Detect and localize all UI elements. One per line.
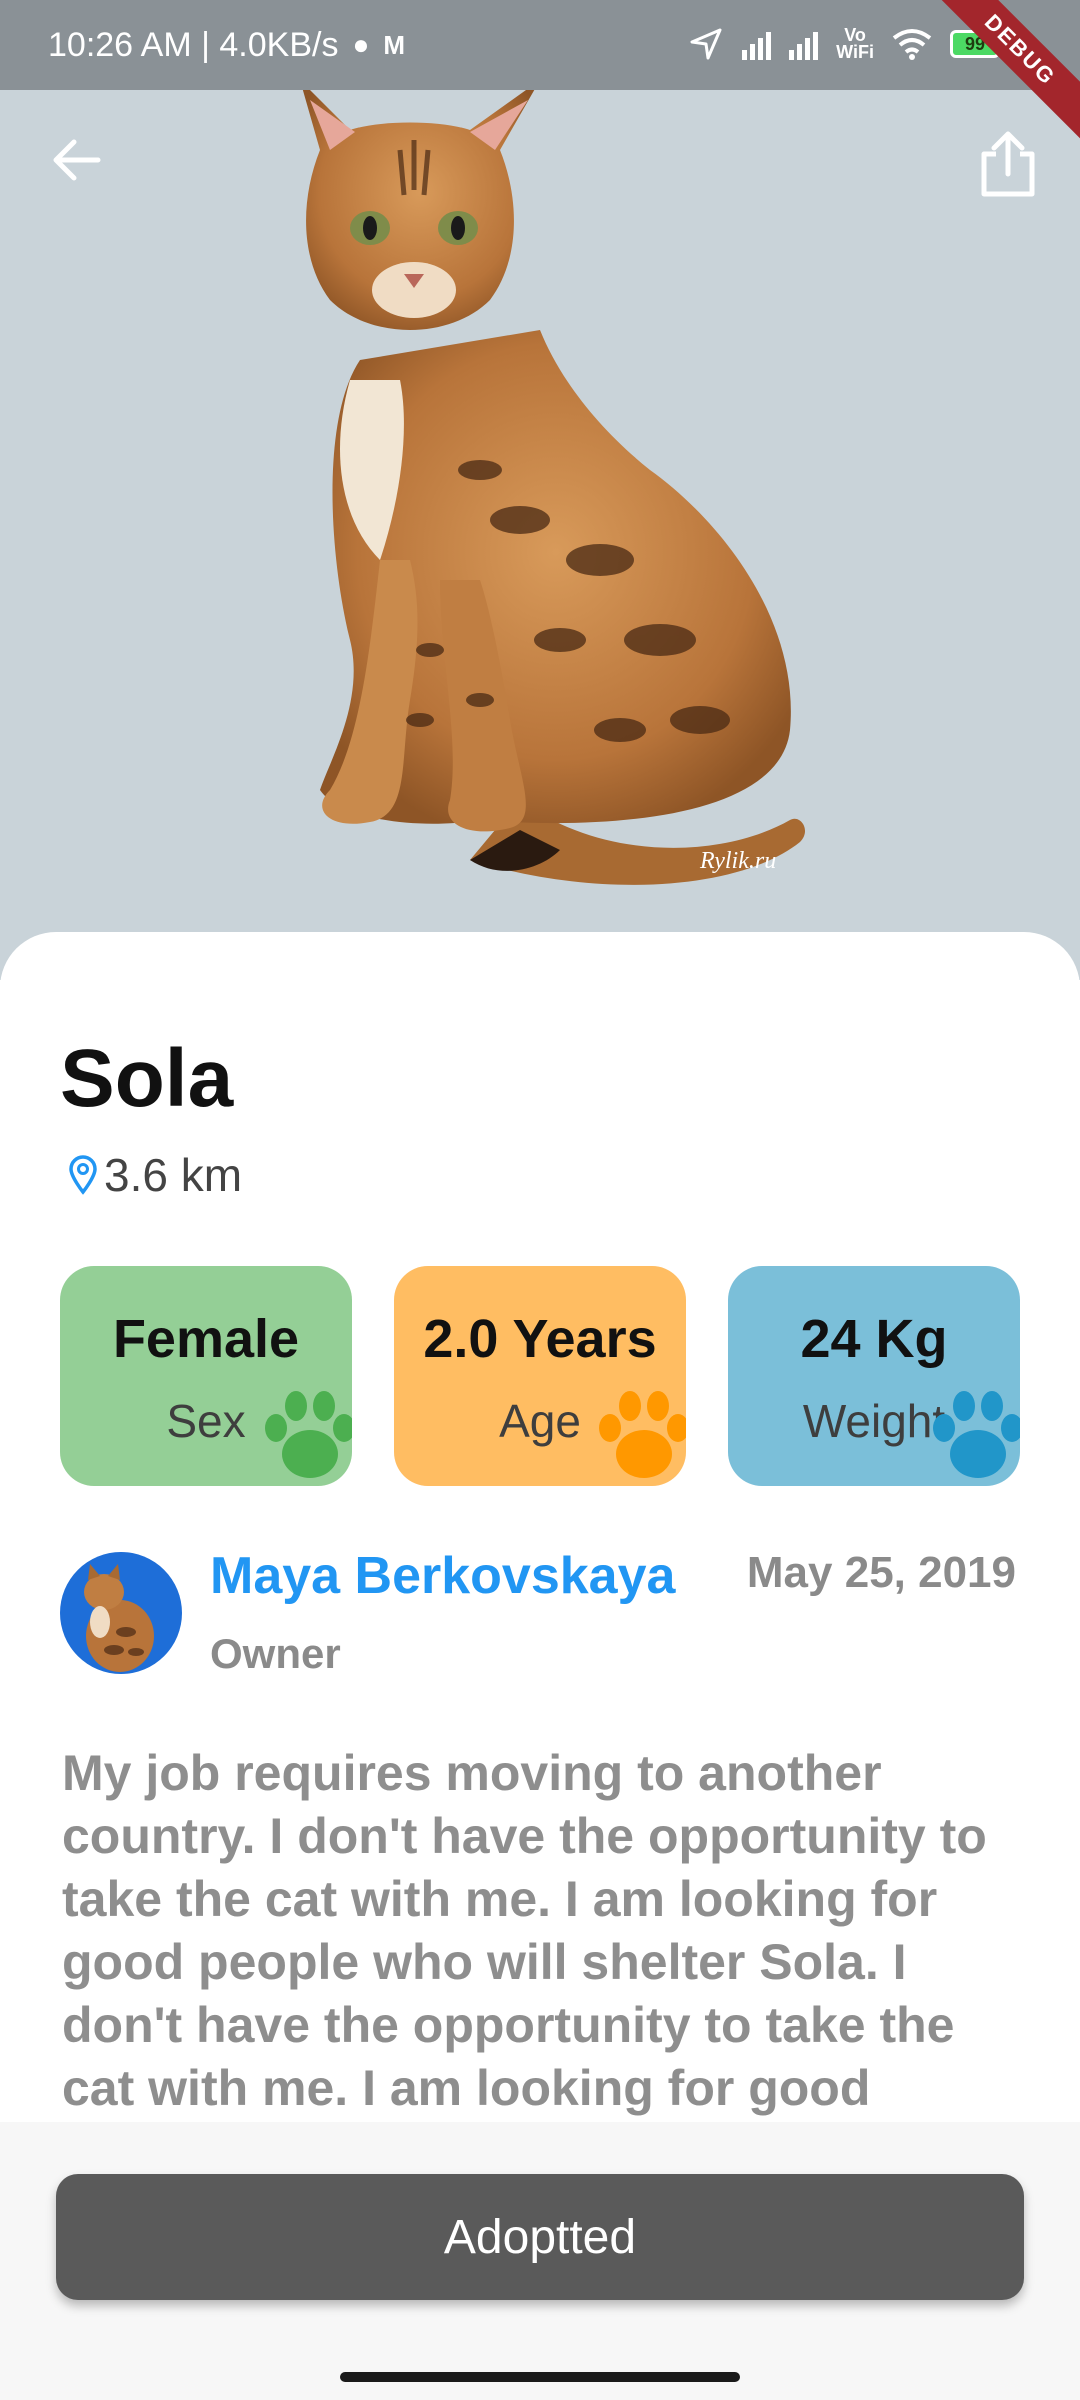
- stat-card-weight: 24 Kg Weight: [728, 1266, 1020, 1486]
- avatar-cat-image: [84, 1564, 154, 1672]
- svg-text:Rylik.ru: Rylik.ru: [699, 848, 776, 874]
- pet-name: Sola: [60, 1033, 234, 1124]
- cat-image: Rylik.ru: [300, 80, 806, 885]
- adopt-button[interactable]: Adoptted: [56, 2174, 1024, 2300]
- distance-row: 3.6 km: [68, 1148, 242, 1202]
- location-pin-icon: [69, 1155, 97, 1195]
- status-time: 10:26 AM | 4.0KB/s: [48, 25, 339, 64]
- app-notification-icon: M: [383, 29, 406, 60]
- pet-description: My job requires moving to another countr…: [62, 1745, 987, 2116]
- stat-value: 24 Kg: [800, 1309, 948, 1369]
- paw-icon: [933, 1391, 1020, 1478]
- stat-card-sex: Female Sex: [60, 1266, 352, 1486]
- back-arrow-icon[interactable]: [48, 130, 108, 190]
- pet-hero-image: Rylik.ru: [0, 0, 1080, 980]
- wifi-icon: [892, 29, 932, 60]
- distance-text: 3.6 km: [104, 1149, 243, 1201]
- owner-avatar[interactable]: [60, 1552, 182, 1674]
- vowifi-icon: Vo WiFi: [836, 25, 874, 62]
- stat-value: 2.0 Years: [423, 1309, 657, 1369]
- status-bar: 10:26 AM | 4.0KB/s ● M Vo WiFi 99: [0, 0, 1080, 90]
- owner-name[interactable]: Maya Berkovskaya: [210, 1546, 675, 1606]
- location-arrow-icon: [690, 28, 722, 60]
- paw-icon: [265, 1391, 352, 1478]
- paw-icon: [599, 1391, 686, 1478]
- signal-icon-2: [789, 28, 819, 60]
- home-indicator[interactable]: [340, 2372, 740, 2382]
- signal-icon-1: [742, 28, 772, 60]
- chat-notification-icon: ●: [352, 29, 370, 60]
- stat-value: Female: [112, 1309, 300, 1369]
- stat-card-age: 2.0 Years Age: [394, 1266, 686, 1486]
- post-date: May 25, 2019: [746, 1548, 1016, 1597]
- owner-role: Owner: [210, 1630, 341, 1677]
- share-icon[interactable]: [976, 128, 1040, 200]
